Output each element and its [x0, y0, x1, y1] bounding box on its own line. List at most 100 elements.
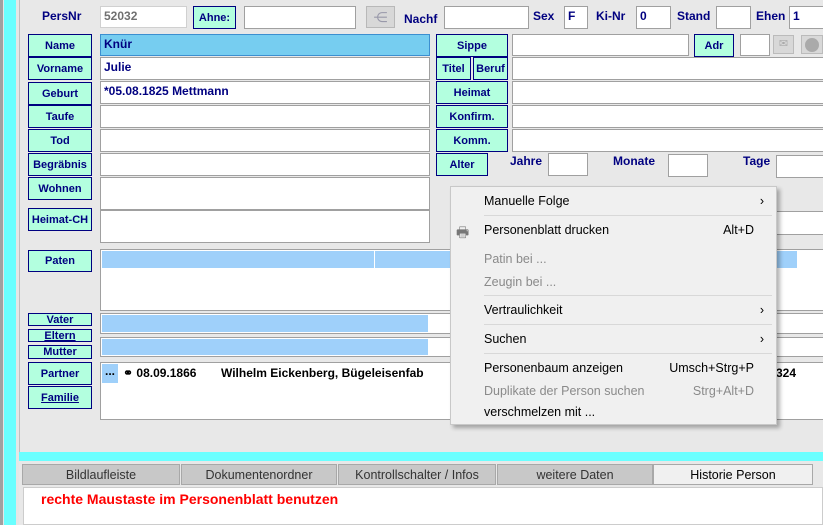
ahne-button[interactable]: Ahne: [193, 6, 236, 29]
name-field[interactable]: Knür [100, 34, 430, 56]
nachf-field[interactable] [444, 6, 529, 29]
geburt-button[interactable]: Geburt [28, 82, 92, 105]
sex-field[interactable]: F [564, 6, 588, 29]
name-button[interactable]: Name [28, 34, 92, 57]
monate-field[interactable] [668, 154, 708, 177]
menu-item-zeugin-bei[interactable]: Zeugin bei ... [484, 272, 764, 292]
wohnen-field[interactable] [100, 177, 430, 210]
menu-label: Manuelle Folge [484, 194, 570, 208]
tab-dokumentenordner[interactable]: Dokumentenordner [181, 464, 337, 485]
tod-field[interactable] [100, 129, 430, 152]
vorname-field[interactable]: Julie [100, 57, 430, 80]
menu-separator [484, 215, 772, 216]
printer-icon: 🖶 [456, 224, 470, 240]
tage-label: Tage [743, 154, 771, 168]
family-tree-icon[interactable]: ⋲ [366, 6, 395, 28]
wohnen-button[interactable]: Wohnen [28, 177, 92, 200]
partner-name[interactable]: Wilhelm Eickenberg, Bügeleisenfab [221, 366, 424, 380]
alter-button[interactable]: Alter [436, 153, 488, 176]
jahre-field[interactable] [548, 153, 588, 176]
vater-selection [102, 315, 428, 332]
menu-separator [484, 324, 772, 325]
tab-weitere-daten[interactable]: weitere Daten [497, 464, 653, 485]
tab-bildlaufleiste[interactable]: Bildlaufleiste [22, 464, 180, 485]
vorname-button[interactable]: Vorname [28, 57, 92, 80]
tab-historie-person[interactable]: Historie Person [653, 464, 813, 485]
jahre-label: Jahre [510, 154, 543, 168]
chevron-right-icon: › [759, 194, 764, 208]
left-cyan-splitter[interactable] [4, 0, 16, 525]
monate-label: Monate [613, 154, 655, 168]
menu-item-manuelle-folge[interactable]: Manuelle Folge › [484, 191, 764, 211]
menu-label: Personenblatt drucken [484, 223, 610, 237]
sippe-field[interactable] [512, 34, 689, 56]
titel-beruf-field[interactable] [512, 57, 823, 80]
persnr-field[interactable]: 52032 [100, 6, 187, 28]
kinr-field[interactable]: 0 [636, 6, 671, 29]
menu-item-duplikate-suchen[interactable]: Duplikate der Person suchen Strg+Alt+D [484, 381, 764, 401]
menu-label: verschmelzen mit ... [484, 405, 596, 419]
heimat-button[interactable]: Heimat [436, 81, 508, 104]
persnr-label: PersNr [42, 9, 82, 23]
familie-button[interactable]: Familie [28, 386, 92, 409]
begraebnis-field[interactable] [100, 153, 430, 176]
stand-field[interactable] [716, 6, 751, 29]
nachf-label: Nachf [404, 12, 438, 26]
beruf-button[interactable]: Beruf [473, 57, 508, 80]
menu-shortcut: Umsch+Strg+P [669, 361, 754, 375]
partner-marriage-date: ⚭ 08.09.1866 [123, 366, 197, 380]
taufe-button[interactable]: Taufe [28, 105, 92, 128]
eltern-button[interactable]: Eltern [28, 329, 92, 342]
tage-field[interactable] [776, 155, 823, 178]
extra-field[interactable] [776, 211, 823, 235]
titel-button[interactable]: Titel [436, 57, 471, 80]
globe-icon[interactable] [801, 35, 823, 54]
menu-item-vertraulichkeit[interactable]: Vertraulichkeit › [484, 300, 764, 320]
left-strip [0, 0, 3, 525]
partner-button[interactable]: Partner [28, 362, 92, 385]
menu-label: Zeugin bei ... [484, 275, 557, 289]
menu-item-verschmelzen-mit[interactable]: verschmelzen mit ... [484, 402, 764, 422]
menu-item-patin-bei[interactable]: Patin bei ... [484, 249, 764, 269]
stand-label: Stand [677, 9, 711, 23]
menu-item-suchen[interactable]: Suchen › [484, 329, 764, 349]
context-menu: Manuelle Folge › 🖶 Personenblatt drucken A… [450, 186, 777, 425]
mutter-selection [102, 339, 428, 355]
geburt-field[interactable]: *05.08.1825 Mettmann [100, 81, 430, 104]
komm-button[interactable]: Komm. [436, 129, 508, 152]
sippe-button[interactable]: Sippe [436, 34, 508, 57]
tab-kontrollschalter[interactable]: Kontrollschalter / Infos [338, 464, 496, 485]
begraebnis-button[interactable]: Begräbnis [28, 153, 92, 176]
menu-label: Suchen [484, 332, 527, 346]
kinr-label: Ki-Nr [596, 9, 626, 23]
chevron-right-icon: › [759, 303, 764, 317]
menu-label: Duplikate der Person suchen [484, 384, 645, 398]
heimat-ch-field[interactable] [100, 210, 430, 243]
menu-label: Personenbaum anzeigen [484, 361, 623, 375]
adr-button[interactable]: Adr [694, 34, 734, 57]
konfirm-field[interactable] [512, 105, 823, 128]
mutter-button[interactable]: Mutter [28, 345, 92, 359]
heimat-ch-button[interactable]: Heimat-CH [28, 208, 92, 231]
mail-icon[interactable]: ✉ [773, 35, 794, 54]
heimat-field[interactable] [512, 81, 823, 104]
menu-item-personenbaum-anzeigen[interactable]: Personenbaum anzeigen Umsch+Strg+P [484, 358, 764, 378]
menu-item-personenblatt-drucken[interactable]: Personenblatt drucken Alt+D [484, 220, 764, 240]
paten-button[interactable]: Paten [28, 250, 92, 272]
vater-button[interactable]: Vater [28, 313, 92, 326]
chevron-right-icon: › [759, 332, 764, 346]
partner-more-button[interactable]: ... [102, 364, 118, 383]
ahne-field[interactable] [244, 6, 356, 29]
menu-shortcut: Strg+Alt+D [692, 384, 754, 398]
ehen-label: Ehen [756, 9, 786, 23]
tod-button[interactable]: Tod [28, 129, 92, 152]
menu-label: Vertraulichkeit [484, 303, 563, 317]
menu-separator [484, 295, 772, 296]
adr-field[interactable] [740, 34, 770, 56]
menu-label: Patin bei ... [484, 252, 547, 266]
ehen-field[interactable]: 1 [789, 6, 823, 29]
komm-field[interactable] [512, 129, 823, 152]
horizontal-splitter[interactable] [19, 452, 823, 461]
konfirm-button[interactable]: Konfirm. [436, 105, 508, 128]
taufe-field[interactable] [100, 105, 430, 128]
